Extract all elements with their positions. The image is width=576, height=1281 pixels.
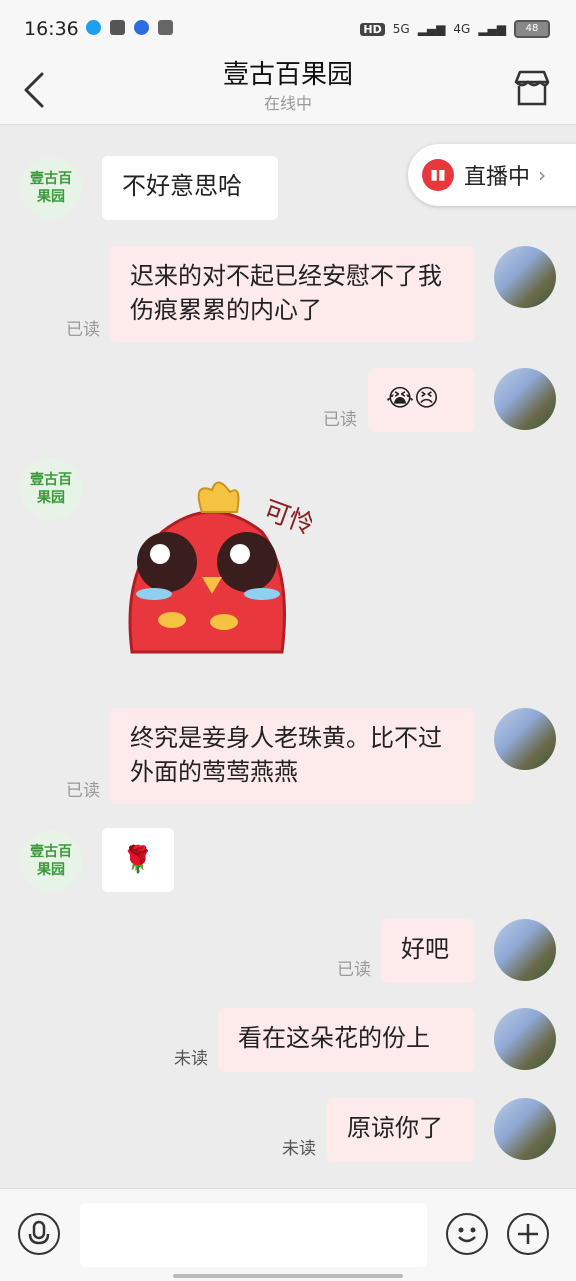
my-avatar[interactable] [494,368,556,430]
unread-status: 未读 [174,1049,208,1069]
my-avatar[interactable] [494,708,556,770]
read-status: 已读 [323,410,357,430]
my-avatar[interactable] [494,1008,556,1070]
notification-icons [86,20,173,35]
my-avatar[interactable] [494,1098,556,1160]
message-input[interactable] [80,1203,427,1267]
my-avatar[interactable] [494,919,556,981]
read-status: 已读 [66,781,100,801]
unread-status: 未读 [282,1139,316,1159]
status-right: HD 5G ▂▄▆ 4G ▂▄▆ 48 [360,20,550,38]
signal-icon: ▂▄▆ [417,22,446,36]
live-label: 直播中 [464,165,531,190]
message-bubble[interactable]: 😭😣 [368,368,474,432]
signal-icon: ▂▄▆ [478,22,506,36]
message-bubble[interactable]: 终究是妾身人老珠黄。比不过外面的莺莺燕燕 [110,708,474,804]
read-status: 已读 [337,960,371,980]
network-4g: 4G [453,22,471,36]
battery-icon: 48 [514,20,550,38]
status-time: 16:36 [24,18,79,40]
message-bubble[interactable]: 迟来的对不起已经安慰不了我伤痕累累的内心了 [110,246,474,342]
qq-icon [86,20,101,35]
live-icon: ▮▮ [422,159,454,191]
network-5g: 5G [392,22,410,36]
chevron-right-icon: › [538,163,547,187]
hd-icon: HD [360,22,385,36]
store-icon[interactable] [512,68,552,108]
microphone-icon[interactable] [18,1213,60,1255]
message-bubble[interactable]: 不好意思哈 [102,156,278,220]
emoji-icon[interactable] [446,1213,488,1255]
message-bubble[interactable]: 看在这朵花的份上 [218,1008,474,1072]
live-stream-button[interactable]: ▮▮ 直播中 › [408,144,576,206]
online-status: 在线中 [263,94,312,113]
shop-avatar[interactable]: 壹古百果园 [20,830,82,892]
rose-message[interactable]: 🌹 [102,828,174,892]
shop-avatar[interactable]: 壹古百果园 [20,157,82,219]
my-avatar[interactable] [494,246,556,308]
chat-title: 壹古百果园 [222,60,353,90]
crying-bird-sticker[interactable]: 可怜 [112,472,312,672]
sticker-caption: 可怜 [260,495,312,541]
message-bubble[interactable]: 好吧 [381,919,474,983]
shop-avatar[interactable]: 壹古百果园 [20,458,82,520]
chat-header: 壹古百果园 在线中 [0,60,576,125]
baidu-icon [134,20,149,35]
mail-icon [110,20,125,35]
plus-icon[interactable] [507,1213,549,1255]
input-bar [0,1188,576,1281]
app-icon [158,20,173,35]
home-indicator [173,1274,403,1278]
read-status: 已读 [66,320,100,340]
status-bar: 16:36 HD 5G ▂▄▆ 4G ▂▄▆ 48 [0,0,576,60]
message-bubble[interactable]: 原谅你了 [327,1098,474,1162]
